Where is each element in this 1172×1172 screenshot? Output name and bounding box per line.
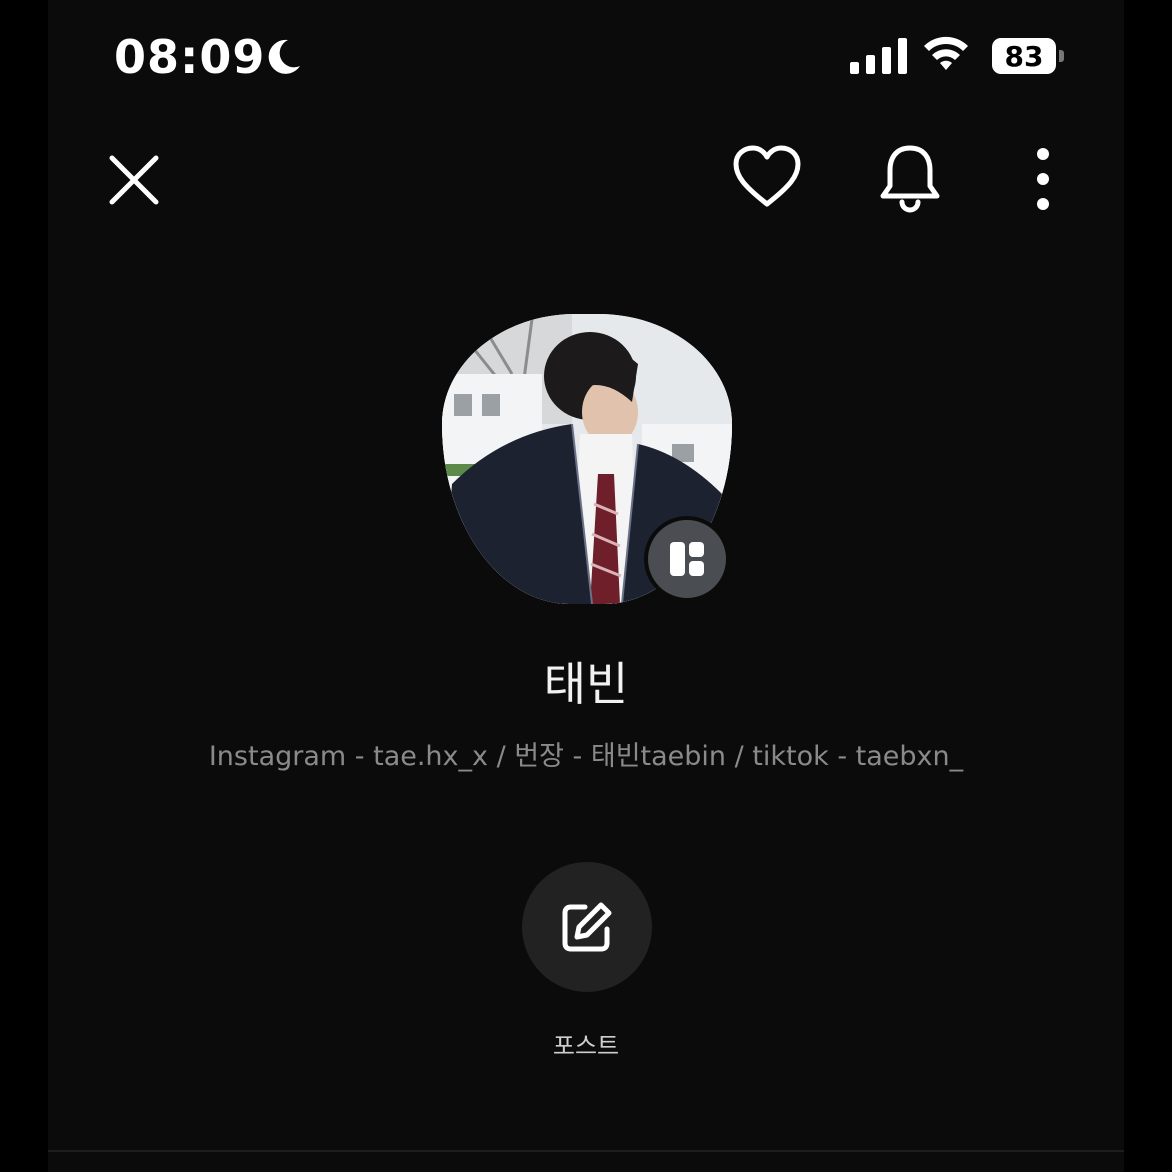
battery-icon: 83 bbox=[992, 38, 1064, 74]
close-icon[interactable] bbox=[104, 150, 164, 210]
post-button[interactable] bbox=[522, 862, 652, 992]
layout-grid-icon bbox=[670, 542, 704, 576]
battery-cap bbox=[1059, 50, 1064, 62]
profile-screen: 08:09 83 태빈 Instagram - tae.hx_x / 번장 - … bbox=[48, 0, 1124, 1172]
heart-icon[interactable] bbox=[732, 144, 802, 210]
battery-level: 83 bbox=[992, 38, 1056, 74]
post-label: 포스트 bbox=[552, 1032, 620, 1060]
signal-icon bbox=[850, 38, 907, 74]
profile-bio: Instagram - tae.hx_x / 번장 - 태빈taebin / t… bbox=[208, 741, 964, 772]
wifi-icon bbox=[924, 36, 968, 70]
phone-frame: 08:09 83 태빈 Instagram - tae.hx_x / 번장 - … bbox=[0, 0, 1172, 1172]
bell-icon[interactable] bbox=[878, 142, 942, 214]
edit-icon bbox=[562, 902, 612, 952]
status-time: 08:09 bbox=[114, 30, 266, 84]
bottom-divider bbox=[48, 1150, 1124, 1152]
moon-icon bbox=[268, 39, 300, 74]
avatar-badge[interactable] bbox=[644, 516, 730, 602]
more-vertical-icon[interactable] bbox=[1026, 146, 1060, 212]
profile-name: 태빈 bbox=[543, 657, 629, 711]
